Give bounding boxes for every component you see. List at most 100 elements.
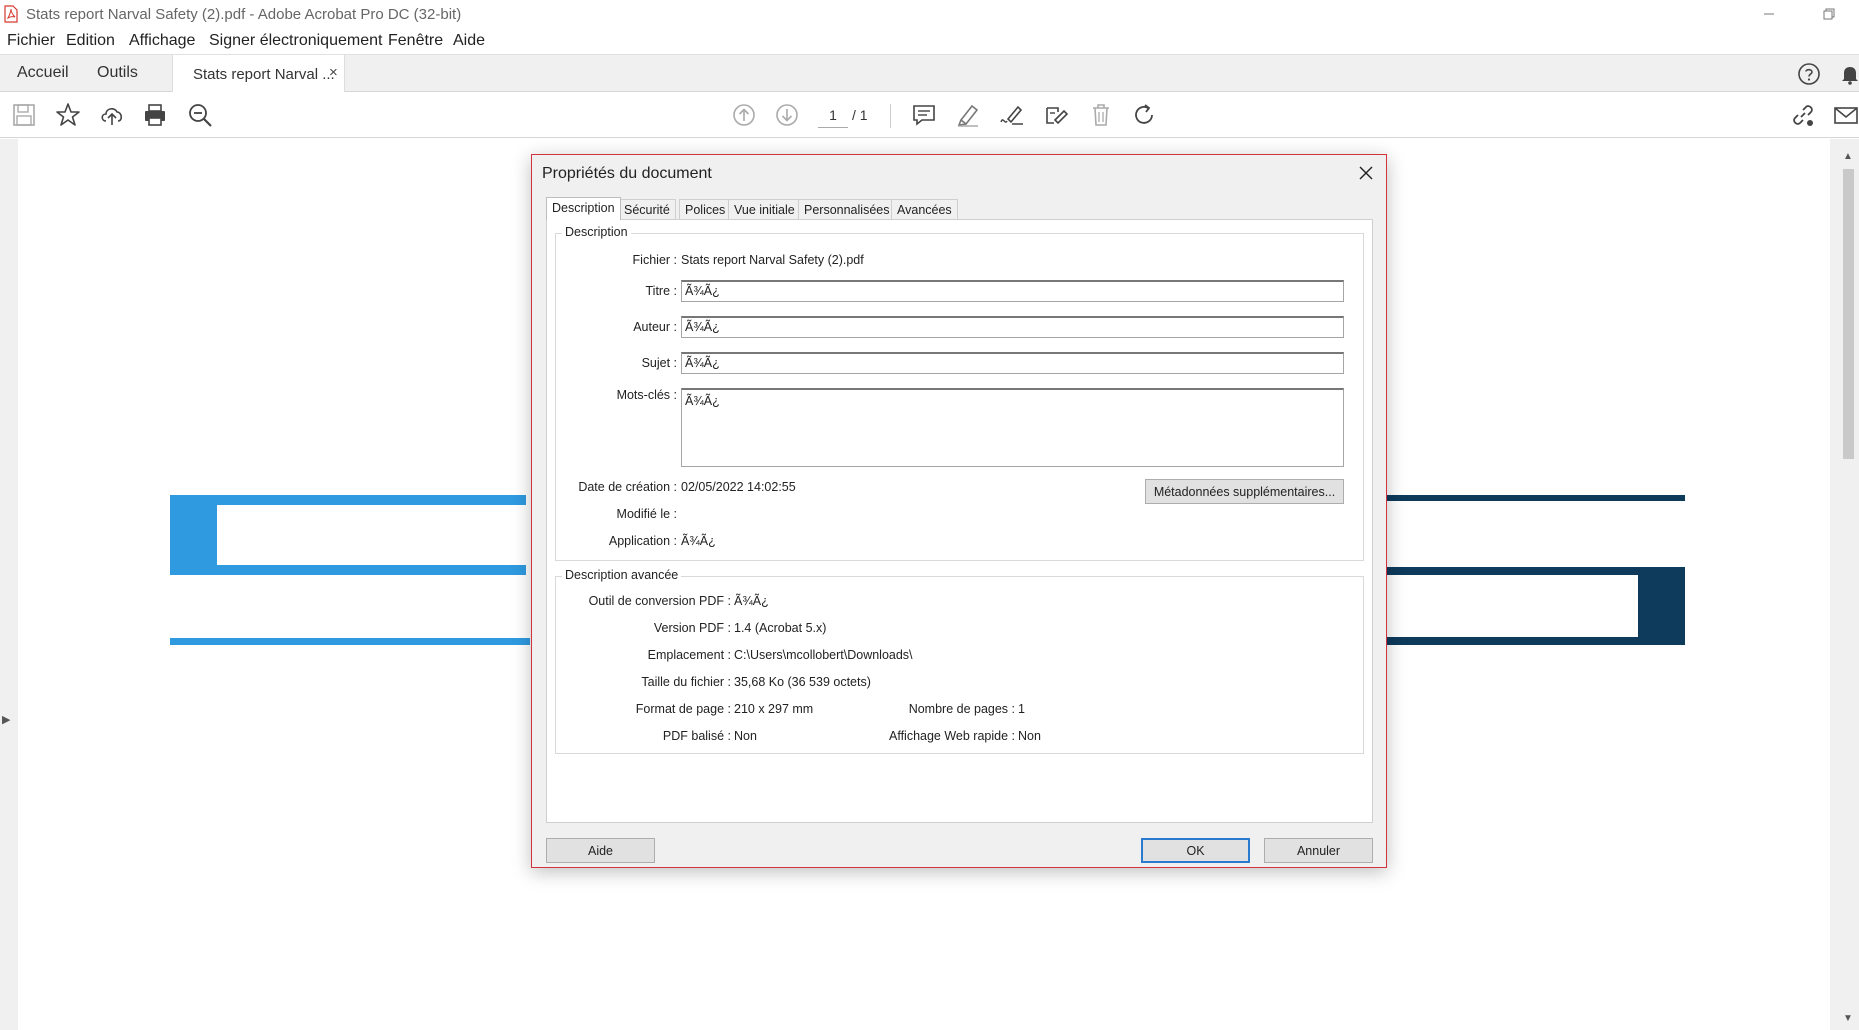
email-button[interactable] (1833, 102, 1859, 128)
save-button[interactable] (11, 102, 37, 128)
location-label: Emplacement : (647, 648, 731, 662)
save-icon (13, 104, 35, 126)
page-format-label: Format de page : (635, 702, 731, 716)
tab-outils[interactable]: Outils (97, 64, 138, 82)
menu-signer[interactable]: Signer électroniquement (209, 32, 382, 50)
menu-aide[interactable]: Aide (453, 32, 485, 50)
menu-affichage[interactable]: Affichage (129, 32, 195, 50)
tab-securite[interactable]: Sécurité (618, 199, 676, 219)
page-format-value: 210 x 297 mm (734, 702, 814, 716)
file-value: Stats report Narval Safety (2).pdf (681, 253, 864, 267)
tab-document[interactable]: Stats report Narval ... × (172, 55, 345, 92)
comment-icon (913, 105, 935, 126)
delete-button[interactable] (1088, 102, 1114, 128)
subject-field[interactable]: Ã¾Ã¿ (681, 352, 1344, 374)
created-value: 02/05/2022 14:02:55 (681, 480, 796, 494)
zoom-out-button[interactable] (187, 102, 213, 128)
ok-button[interactable]: OK (1141, 838, 1250, 863)
help-button[interactable]: Aide (546, 838, 655, 863)
modified-label: Modifié le : (616, 507, 677, 521)
description-legend: Description (562, 225, 631, 239)
size-value: 35,68 Ko (36 539 octets) (734, 675, 871, 689)
menu-edition[interactable]: Edition (66, 32, 115, 50)
share-link-button[interactable] (1790, 102, 1816, 128)
next-page-button[interactable] (774, 102, 800, 128)
advanced-description-group: Description avancée Outil de conversion … (555, 568, 1364, 754)
mail-icon (1834, 107, 1858, 124)
page-count-label: Nombre de pages : (908, 702, 1015, 716)
tab-personnalisees[interactable]: Personnalisées (798, 199, 896, 219)
comment-button[interactable] (911, 102, 937, 128)
subject-label: Sujet : (641, 356, 677, 370)
vertical-scrollbar[interactable]: ▲ ▼ (1838, 139, 1859, 1030)
signature-pen-icon (1000, 105, 1023, 125)
title-label: Titre : (645, 284, 677, 298)
window-title: Stats report Narval Safety (2).pdf - Ado… (26, 6, 462, 23)
scroll-up-icon[interactable]: ▲ (1843, 151, 1853, 162)
fast-web-value: Non (1018, 729, 1041, 743)
title-field[interactable]: Ã¾Ã¿ (681, 280, 1344, 302)
print-button[interactable] (142, 102, 168, 128)
tab-polices[interactable]: Polices (679, 199, 732, 219)
highlighter-icon (957, 104, 979, 127)
dialog-title: Propriétés du document (542, 165, 712, 182)
location-value: C:\Users\mcollobert\Downloads\ (734, 648, 913, 662)
fill-sign-button[interactable] (1043, 102, 1069, 128)
help-icon[interactable] (1797, 62, 1821, 86)
file-label: Fichier : (632, 253, 677, 267)
cloud-upload-button[interactable] (99, 102, 125, 128)
scroll-thumb[interactable] (1843, 169, 1854, 459)
advanced-legend: Description avancée (562, 568, 682, 582)
toolbar: 1 / 1 (0, 92, 1859, 138)
arrow-down-circle-icon (776, 104, 798, 126)
print-icon (145, 104, 165, 126)
size-label: Taille du fichier : (641, 675, 731, 689)
link-icon (1793, 105, 1813, 126)
sign-button[interactable] (999, 102, 1025, 128)
additional-metadata-button[interactable]: Métadonnées supplémentaires... (1145, 479, 1344, 504)
author-field[interactable]: Ã¾Ã¿ (681, 316, 1344, 338)
page-number-input[interactable]: 1 (818, 102, 848, 128)
restore-button[interactable] (1806, 0, 1852, 28)
tab-document-label: Stats report Narval ... (193, 66, 335, 83)
rotate-button[interactable] (1131, 102, 1157, 128)
keywords-label: Mots-clés : (616, 388, 677, 402)
minimize-icon (1764, 13, 1774, 15)
left-panel-expand-icon[interactable]: ▶ (2, 713, 10, 726)
tab-avancees[interactable]: Avancées (891, 199, 958, 219)
fast-web-label: Affichage Web rapide : (888, 729, 1015, 743)
keywords-field[interactable]: Ã¾Ã¿ (681, 388, 1344, 467)
version-label: Version PDF : (653, 621, 731, 635)
page-count-value: 1 (1018, 702, 1025, 716)
scroll-down-icon[interactable]: ▼ (1843, 1013, 1853, 1024)
notification-bell-icon[interactable] (1838, 62, 1859, 86)
rotate-icon (1135, 104, 1153, 124)
author-label: Auteur : (633, 320, 677, 334)
cancel-button[interactable]: Annuler (1264, 838, 1373, 863)
star-icon (56, 103, 80, 126)
highlight-button[interactable] (955, 102, 981, 128)
version-value: 1.4 (Acrobat 5.x) (734, 621, 827, 635)
tab-vue-initiale[interactable]: Vue initiale (728, 199, 801, 219)
bookmark-star-button[interactable] (55, 102, 81, 128)
restore-icon (1823, 8, 1835, 20)
toolbar-separator (890, 104, 891, 128)
tab-description[interactable]: Description (546, 197, 621, 220)
description-group: Description Fichier : Stats report Narva… (555, 225, 1364, 561)
tagged-value: Non (734, 729, 757, 743)
application-label: Application : (608, 534, 677, 548)
document-properties-dialog: Propriétés du document Description Sécur… (531, 154, 1387, 868)
tagged-label: PDF balisé : (662, 729, 731, 743)
page-total: / 1 (852, 107, 868, 123)
application-value: Ã¾Ã¿ (681, 534, 716, 548)
menu-fichier[interactable]: Fichier (7, 32, 55, 50)
close-icon[interactable] (1356, 163, 1376, 183)
zoom-out-icon (189, 104, 212, 127)
converter-label: Outil de conversion PDF : (588, 594, 731, 608)
previous-page-button[interactable] (731, 102, 757, 128)
tab-bar: Accueil Outils Stats report Narval ... × (0, 54, 1859, 92)
tab-accueil[interactable]: Accueil (17, 64, 69, 82)
minimize-button[interactable] (1746, 0, 1792, 28)
tab-close-icon[interactable]: × (329, 64, 338, 81)
menu-fenetre[interactable]: Fenêtre (388, 32, 443, 50)
